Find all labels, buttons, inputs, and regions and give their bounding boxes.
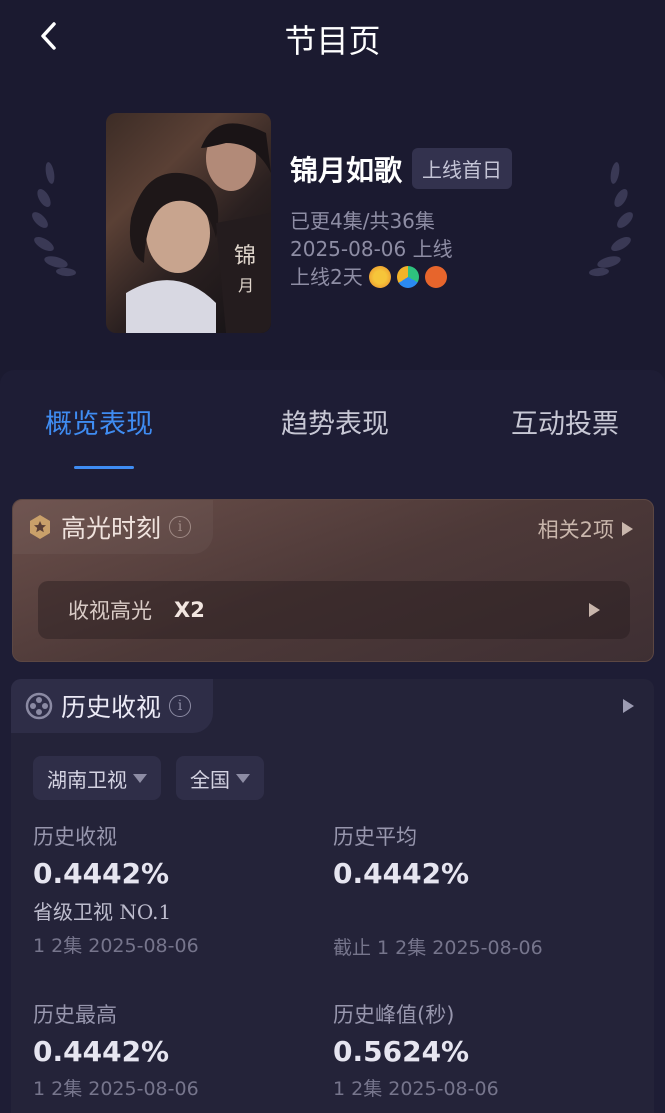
info-icon[interactable]: i [169,695,192,717]
play-arrow-icon [623,699,634,713]
back-button[interactable] [34,18,66,54]
channel-filter[interactable]: 湖南卫视 [33,756,161,800]
stat-label: 历史平均 [333,825,417,849]
tab-voting[interactable]: 互动投票 [511,402,619,441]
play-arrow-icon [589,603,600,617]
stat-history-high: 历史最高 0.4442% 1 2集 2025-08-06 [33,999,199,1101]
episode-count: 已更4集/共36集 [290,209,435,233]
show-title: 锦月如歌 [290,153,403,187]
stat-value: 0.4442% [33,1035,170,1068]
stat-label: 历史峰值(秒) [333,1003,455,1027]
tab-bar: 概览表现 趋势表现 互动投票 [0,370,665,480]
stat-value: 0.4442% [333,857,470,890]
caret-down-icon [133,773,147,783]
content-panel: 概览表现 趋势表现 互动投票 高光时刻 i 相关2项 收视高光 X2 历史收视 … [0,370,665,1113]
stat-sub: 1 2集 2025-08-06 [333,1078,499,1100]
stat-value: 0.5624% [333,1035,470,1068]
stat-label: 历史收视 [33,825,117,849]
ratings-highlight-label: 收视高光 [68,599,152,623]
caret-down-icon [236,773,250,783]
highlight-title: 高光时刻 [61,514,162,543]
stat-sub: 截止 1 2集 2025-08-06 [333,937,543,959]
app-header: 节目页 [0,0,665,78]
svg-text:月: 月 [238,276,254,295]
days-online: 上线2天 [290,265,363,289]
mgtv-icon[interactable] [424,266,447,288]
mango-tv-icon[interactable] [368,266,391,288]
release-date: 2025-08-06 上线 [290,237,453,261]
region-filter[interactable]: 全国 [176,756,264,800]
page-title: 节目页 [284,22,381,60]
related-items-text: 相关2项 [537,518,614,542]
history-title: 历史收视 [61,693,162,722]
info-icon[interactable]: i [169,516,192,538]
ratings-highlight-row[interactable]: 收视高光 X2 [38,581,630,639]
star-badge-icon [30,515,50,539]
related-items-link[interactable]: 相关2项 [538,514,633,544]
show-poster[interactable]: 锦 月 [106,113,271,333]
laurel-left-icon [32,162,76,277]
stat-value: 0.4442% [33,857,170,890]
stat-sub: 1 2集 2025-08-06 [33,935,199,957]
chevron-left-icon [41,22,56,50]
region-filter-label: 全国 [190,767,230,792]
stat-history-rating: 历史收视 0.4442% 省级卫视 NO.1 1 2集 2025-08-06 [33,821,199,958]
ratings-highlight-count: X2 [174,598,205,622]
active-tab-indicator [74,466,134,469]
laurel-right-icon [589,162,633,277]
show-info: 锦月如歌 上线首日 已更4集/共36集 2025-08-06 上线 上线2天 [290,148,513,291]
tencent-video-icon[interactable] [396,266,419,288]
stat-label: 历史最高 [33,1003,117,1027]
film-reel-icon [25,692,53,720]
show-hero: 锦 月 锦月如歌 上线首日 已更4集/共36集 2025-08-06 上线 上线… [0,78,665,370]
status-badge: 上线首日 [412,148,513,189]
highlight-card: 高光时刻 i 相关2项 收视高光 X2 [12,499,654,662]
history-more-button[interactable] [623,699,634,713]
stat-history-peak: 历史峰值(秒) 0.5624% 1 2集 2025-08-06 [333,999,499,1101]
play-arrow-icon [622,522,633,536]
stat-sub: 1 2集 2025-08-06 [33,1078,199,1100]
poster-art: 锦 月 [126,123,271,333]
tab-overview[interactable]: 概览表现 [45,402,153,441]
tab-trends[interactable]: 趋势表现 [281,402,389,441]
history-ratings-card: 历史收视 i 湖南卫视 全国 历史收视 0.4442% 省级卫视 NO.1 1 … [11,679,654,1113]
channel-filter-label: 湖南卫视 [47,767,127,792]
svg-text:锦: 锦 [234,244,256,269]
stat-rank: 省级卫视 NO.1 [33,900,172,924]
stat-history-average: 历史平均 0.4442% 截止 1 2集 2025-08-06 [333,821,543,960]
